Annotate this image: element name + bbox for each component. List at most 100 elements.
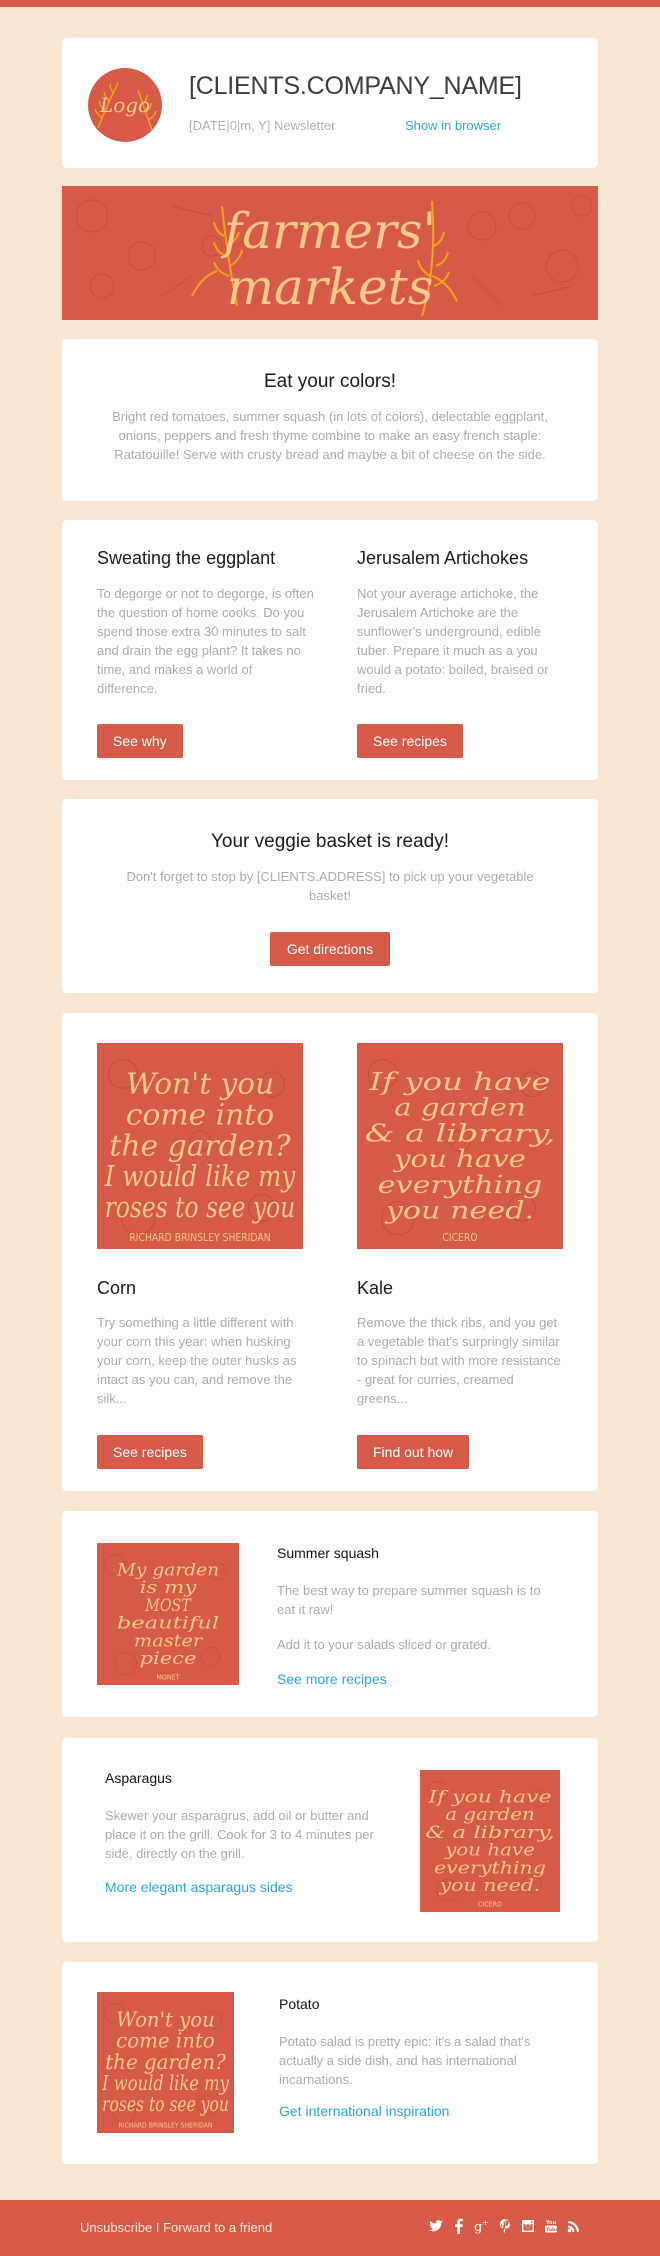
quote-line: roses to see you: [102, 2093, 229, 2116]
hero-banner: farmers' markets: [62, 186, 598, 320]
intro-body: Bright red tomatoes, summer squash (in l…: [112, 409, 548, 462]
facebook-icon[interactable]: [451, 2217, 467, 2235]
social-icons: g + You Tube: [428, 2217, 582, 2235]
summer-squash-card: My garden is my MOST beautiful master piece MO…: [62, 1511, 598, 1717]
see-recipes-button[interactable]: See recipes: [357, 724, 463, 758]
intro-card: Eat your colors! Bright red tomatoes, su…: [62, 339, 598, 501]
see-recipes-button[interactable]: See recipes: [97, 1435, 203, 1469]
article-body: Not your average artichoke, the Jerusale…: [357, 586, 549, 696]
quote-line: MOST: [144, 1595, 192, 1615]
intro-title: Eat your colors!: [264, 371, 396, 392]
company-logo[interactable]: Logo: [88, 68, 162, 142]
quote-line: you need.: [385, 1196, 535, 1225]
youtube-icon[interactable]: You Tube: [543, 2217, 559, 2235]
quote-art-illustration: Won't youcome intothe garden?I would lik…: [104, 1058, 296, 1244]
quote-art-illustration: My gardenis myMOSTbeautifulmasterpiece MO…: [104, 1554, 227, 1681]
pinterest-icon[interactable]: [497, 2217, 513, 2235]
article-kale: If you have a garden & a library, you have e…: [357, 1013, 567, 1491]
rss-icon[interactable]: [566, 2217, 582, 2235]
article-title: Corn: [97, 1278, 137, 1298]
article-body: To degorge or not to degorge, is often t…: [97, 586, 314, 696]
company-name: [CLIENTS.COMPANY_NAME]: [189, 72, 522, 100]
quote-line: Won't you: [126, 1066, 274, 1100]
quote-line: you have: [393, 1144, 526, 1173]
article-eggplant: Sweating the eggplant To degorge or not …: [97, 520, 317, 780]
article-corn: Won't you come into the garden? I would lik…: [97, 1013, 307, 1491]
svg-text:Logo: Logo: [99, 93, 150, 117]
quote-line: you need.: [438, 1875, 540, 1895]
logo-icon: Logo: [94, 82, 157, 131]
quote-line: the garden?: [105, 2051, 226, 2074]
basket-body: Don't forget to stop by [CLIENTS.ADDRESS…: [126, 869, 534, 903]
quote-credit: CICERO: [442, 1232, 477, 1244]
quote-line: come into: [126, 1097, 274, 1131]
image-columns-card: Won't you come into the garden? I would lik…: [62, 1013, 598, 1491]
quote-line: My garden: [116, 1559, 219, 1579]
quote-line: come into: [116, 2029, 215, 2052]
footer-separator: I: [152, 2220, 164, 2235]
quote-credit: RICHARD BRINSLEY SHERIDAN: [129, 1232, 270, 1244]
quote-line: I would like my: [101, 2072, 229, 2095]
hero-line-1: farmers': [220, 202, 437, 260]
international-inspiration-link[interactable]: Get international inspiration: [279, 2103, 449, 2119]
quote-line: master: [134, 1630, 203, 1650]
item-title: Asparagus: [105, 1770, 172, 1786]
hero-illustration: farmers' markets: [75, 195, 593, 317]
article-title: Jerusalem Artichokes: [357, 548, 529, 568]
find-out-how-button[interactable]: Find out how: [357, 1435, 470, 1469]
svg-text:You: You: [545, 2220, 557, 2226]
potato-card: Won't you come into the garden? I would lik…: [62, 1962, 598, 2164]
quote-line: Won't you: [116, 2008, 215, 2031]
article-title: Kale: [357, 1278, 394, 1298]
quote-credit: MONET: [156, 1672, 179, 1681]
quote-art-illustration: If you havea garden& a library,you havee…: [365, 1058, 556, 1244]
item-title: Summer squash: [277, 1545, 379, 1561]
quote-line: everything: [378, 1170, 543, 1199]
get-directions-button[interactable]: Get directions: [270, 932, 390, 966]
footer-links: Unsubscribe I Forward to a friend: [80, 2220, 272, 2235]
item-body: The best way to prepare summer squash is…: [277, 1583, 541, 1617]
svg-text:Tube: Tube: [546, 2227, 558, 2233]
quote-art-image: Won't you come into the garden? I would lik…: [97, 1043, 303, 1249]
article-artichokes: Jerusalem Artichokes Not your average ar…: [357, 520, 577, 780]
more-asparagus-sides-link[interactable]: More elegant asparagus sides: [105, 1879, 293, 1895]
quote-credit: CICERO: [478, 1899, 502, 1908]
item-title: Potato: [279, 1996, 320, 2012]
quote-line: the garden?: [109, 1128, 291, 1162]
twitter-icon[interactable]: [428, 2217, 444, 2235]
quote-art-image: If you have a garden & a library, you have e…: [420, 1770, 560, 1912]
quote-line: beautiful: [117, 1613, 219, 1633]
basket-card: Your veggie basket is ready! Don't forge…: [62, 799, 598, 993]
google-plus-icon[interactable]: g +: [474, 2217, 490, 2235]
asparagus-card: Asparagus Skewer your asparagrus, add oi…: [62, 1738, 598, 1942]
show-in-browser-link[interactable]: Show in browser: [405, 118, 501, 133]
quote-art-image: If you have a garden & a library, you have e…: [357, 1043, 563, 1249]
quote-line: If you have: [368, 1067, 551, 1096]
quote-line: piece: [140, 1648, 197, 1668]
forward-to-friend-link[interactable]: Forward to a friend: [163, 2220, 272, 2235]
article-body: Try something a little different with yo…: [97, 1315, 297, 1406]
quote-art-image: My garden is my MOST beautiful master piece MO…: [97, 1543, 239, 1685]
instagram-icon[interactable]: [520, 2217, 536, 2235]
quote-art-illustration: Won't youcome intothe garden?I would lik…: [101, 2002, 230, 2129]
see-more-recipes-link[interactable]: See more recipes: [277, 1671, 387, 1687]
quote-line: roses to see you: [105, 1190, 296, 1224]
hero-line-2: markets: [227, 258, 434, 316]
quote-line: is my: [140, 1577, 197, 1597]
top-accent-bar: [0, 0, 660, 7]
item-body: Skewer your asparagrus, add oil or butte…: [105, 1808, 374, 1861]
unsubscribe-link[interactable]: Unsubscribe: [80, 2220, 152, 2235]
quote-line: I would like my: [104, 1159, 296, 1193]
basket-title: Your veggie basket is ready!: [210, 831, 449, 852]
quote-line: a garden: [394, 1093, 526, 1122]
article-body: Remove the thick ribs, and you get a veg…: [357, 1315, 561, 1406]
footer: Unsubscribe I Forward to a friend g + You…: [0, 2200, 660, 2256]
item-body: Potato salad is pretty epic: it's a sala…: [279, 2034, 531, 2087]
quote-line: & a library,: [365, 1118, 556, 1147]
newsletter-date: [DATE|0|m, Y] Newsletter: [189, 118, 336, 133]
article-title: Sweating the eggplant: [97, 548, 276, 568]
quote-art-illustration: If you havea garden& a library,you havee…: [425, 1781, 555, 1908]
svg-text:+: +: [482, 2218, 489, 2227]
quote-art-image: Won't you come into the garden? I would lik…: [97, 1992, 234, 2133]
see-why-button[interactable]: See why: [97, 724, 183, 758]
